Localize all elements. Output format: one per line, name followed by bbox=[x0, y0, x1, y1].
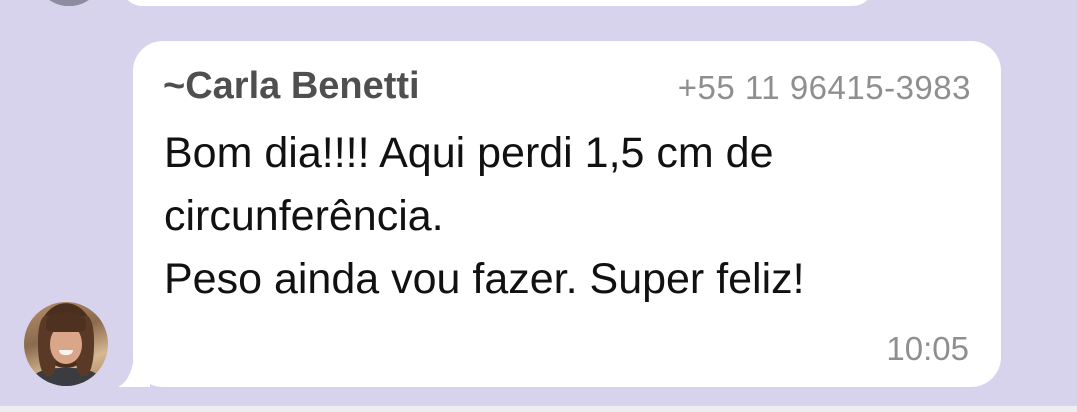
sender-prefix: ~ bbox=[163, 65, 186, 107]
sender-name-text: Carla Benetti bbox=[185, 65, 420, 107]
message-line: Bom dia!!!! Aqui perdi 1,5 cm de bbox=[164, 129, 774, 177]
message-timestamp: 10:05 bbox=[886, 330, 969, 367]
message-bubble[interactable]: ~Carla Benetti +55 11 96415-3983 Bom dia… bbox=[133, 41, 1001, 387]
sender-phone[interactable]: +55 11 96415-3983 bbox=[678, 67, 971, 109]
previous-message-bubble[interactable] bbox=[120, 0, 875, 6]
sender-name[interactable]: ~Carla Benetti bbox=[163, 65, 420, 107]
bottom-divider bbox=[0, 406, 1077, 412]
message-text: Bom dia!!!! Aqui perdi 1,5 cm de circunf… bbox=[164, 122, 974, 311]
message-line: circunferência. bbox=[164, 192, 444, 240]
message-line: Peso ainda vou fazer. Super feliz! bbox=[164, 255, 805, 303]
sender-avatar[interactable] bbox=[24, 302, 108, 386]
previous-sender-avatar[interactable] bbox=[34, 0, 104, 6]
sender-row: ~Carla Benetti +55 11 96415-3983 bbox=[163, 65, 971, 107]
avatar-hair-top bbox=[46, 312, 86, 332]
